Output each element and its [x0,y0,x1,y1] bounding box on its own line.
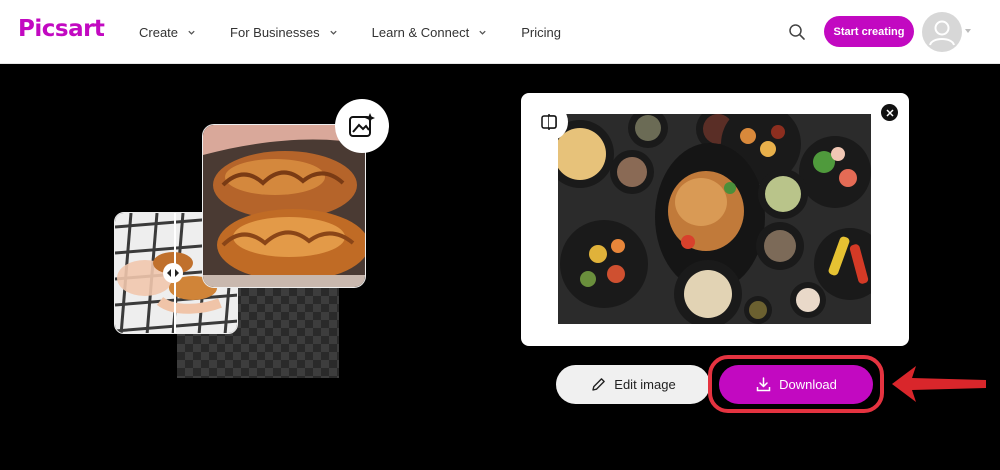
nav-pricing-label: Pricing [521,24,561,40]
result-food-image [558,114,871,324]
split-compare-icon[interactable] [530,103,568,141]
nav-pricing[interactable]: Pricing [521,25,561,40]
pencil-icon [592,378,606,391]
nav-for-businesses[interactable]: For Businesses [230,25,338,40]
avatar-dropdown-caret-icon[interactable] [965,29,971,33]
nav-create-label: Create [139,24,179,40]
nav-for-businesses-label: For Businesses [230,24,320,40]
croissant-photo [202,124,366,288]
search-icon[interactable] [787,22,807,42]
edit-image-label: Edit image [614,377,676,392]
chevron-down-icon [329,30,337,35]
user-avatar-icon[interactable] [922,12,962,52]
download-label: Download [779,377,837,392]
chevron-down-icon [479,30,486,35]
chevron-down-icon [188,30,195,35]
nav-create[interactable]: Create [139,25,196,40]
picsart-logo[interactable]: Picsart [18,16,105,42]
compare-handle-icon [163,263,183,283]
nav-learn-connect-label: Learn & Connect [371,24,470,40]
close-icon[interactable] [881,104,898,121]
edit-image-button[interactable]: Edit image [556,365,710,404]
nav-learn-connect[interactable]: Learn & Connect [372,25,488,40]
main-nav: Create For Businesses Learn & Connect Pr… [139,0,595,64]
download-button[interactable]: Download [719,365,873,404]
download-icon [756,377,771,392]
start-creating-button[interactable]: Start creating [824,16,914,47]
ai-image-icon [335,99,389,153]
pointer-arrow-icon [892,366,986,402]
top-nav-bar: Picsart Create For Businesses Learn & Co… [0,0,1000,64]
